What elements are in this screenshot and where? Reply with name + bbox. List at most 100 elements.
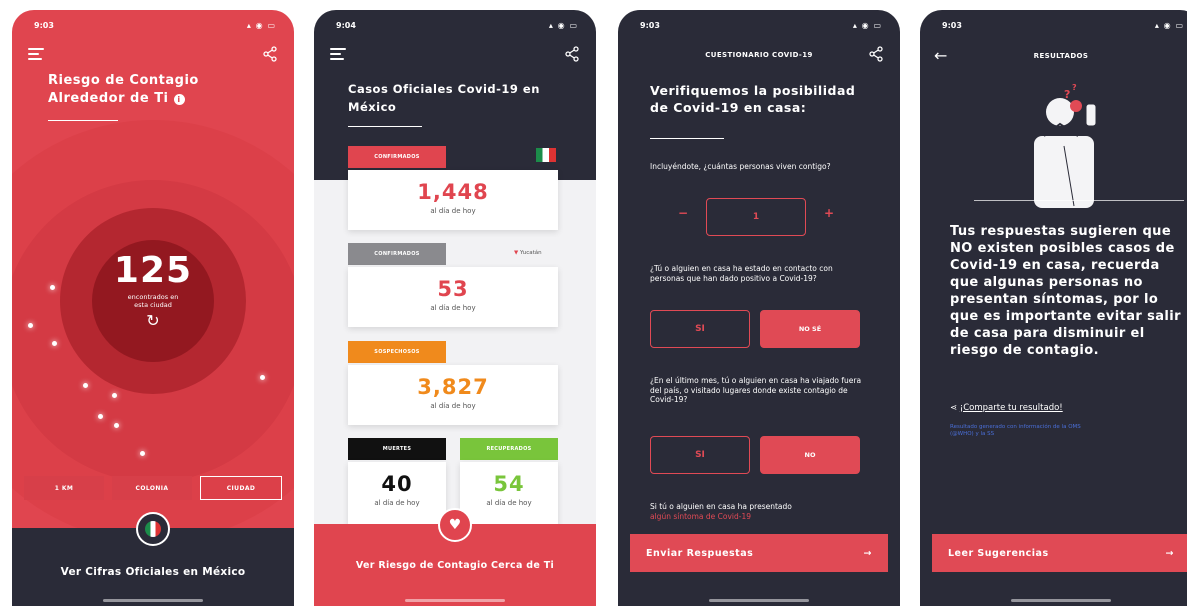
confirmed-caption: al día de hoy	[430, 207, 476, 215]
arrow-right-icon: →	[1165, 547, 1174, 559]
share-icon[interactable]	[262, 46, 278, 62]
suspected-value: 3,827	[417, 375, 489, 399]
mexico-flag-icon	[145, 521, 161, 537]
page-title: Casos Oficiales Covid-19 en México	[348, 82, 540, 114]
q3-option-no[interactable]: NO	[760, 436, 860, 474]
question-1: Incluyéndote, ¿cuántas personas viven co…	[650, 162, 831, 171]
contacts-counter: 125 encontrados en esta ciudad ↻	[92, 250, 214, 330]
bottom-nav-label[interactable]: Ver Cifras Oficiales en México	[12, 566, 294, 578]
confirmed-card: 1,448 al día de hoy	[348, 170, 558, 230]
share-icon: ⋖	[950, 403, 958, 413]
chip-ciudad[interactable]: CIUDAD	[200, 476, 282, 500]
signal-wifi-battery-icon: ▴ ◉ ▭	[548, 20, 578, 30]
recovered-value: 54	[493, 472, 525, 496]
arrow-right-icon: →	[863, 547, 872, 559]
count-caption-2: esta ciudad	[134, 301, 172, 309]
page-title: Riesgo de Contagio Alrededor de Ti i	[48, 73, 199, 106]
home-indicator	[103, 599, 203, 602]
status-time: 9:03	[34, 20, 54, 30]
refresh-icon[interactable]: ↻	[92, 311, 214, 330]
recovered-card: 54 al día de hoy	[460, 462, 558, 526]
read-suggestions-label: Leer Sugerencias	[948, 547, 1049, 559]
status-time: 9:04	[336, 20, 356, 30]
bottom-nav-label[interactable]: Ver Riesgo de Contagio Cerca de Ti	[314, 560, 596, 571]
share-icon[interactable]	[564, 46, 580, 62]
screen-results: 9:03 ▴ ◉ ▭ ← RESULTADOS ? ? Tus respuest…	[920, 10, 1187, 606]
chip-1km[interactable]: 1 KM	[24, 476, 104, 500]
person-dot	[98, 414, 103, 419]
bottom-nav[interactable]: Ver Cifras Oficiales en México	[12, 512, 294, 606]
svg-text:?: ?	[1072, 83, 1077, 92]
illustration-baseline	[974, 200, 1184, 201]
share-result-link[interactable]: ⋖ ¡Comparte tu resultado!	[950, 403, 1063, 413]
menu-icon[interactable]	[330, 48, 346, 60]
location-pin-icon: ▼	[514, 250, 519, 256]
contacts-count: 125	[113, 250, 193, 291]
question-4: Si tú o alguien en casa ha presentado al…	[650, 502, 868, 521]
recovered-caption: al día de hoy	[486, 499, 532, 507]
person-dot	[50, 285, 55, 290]
suspected-tag: SOSPECHOSOS	[348, 341, 446, 363]
q2-option-si[interactable]: SI	[650, 310, 750, 348]
household-count-input[interactable]: 1	[706, 198, 806, 236]
q2-option-nose[interactable]: NO SÉ	[760, 310, 860, 348]
home-indicator	[1011, 599, 1111, 602]
menu-icon[interactable]	[28, 48, 44, 60]
status-bar: 9:03 ▴ ◉ ▭	[942, 18, 1184, 32]
person-dot	[114, 423, 119, 428]
deaths-card: 40 al día de hoy	[348, 462, 446, 526]
mexico-flag-icon[interactable]	[536, 147, 556, 166]
question-2: ¿Tú o alguien en casa ha estado en conta…	[650, 264, 833, 283]
increment-button[interactable]: +	[824, 206, 834, 220]
person-dot	[112, 393, 117, 398]
screen-header: CUESTIONARIO COVID-19	[705, 51, 813, 59]
question-3: ¿En el último mes, tú o alguien en casa …	[650, 376, 862, 404]
home-indicator	[709, 599, 809, 602]
mexico-flag-button[interactable]	[136, 512, 170, 546]
person-dot	[260, 375, 265, 380]
confirmed-value: 1,448	[417, 180, 489, 204]
suspected-caption: al día de hoy	[430, 402, 476, 410]
home-indicator	[405, 599, 505, 602]
deaths-tag: MUERTES	[348, 438, 446, 460]
symptoms-link[interactable]: algún síntoma de Covid-19	[650, 512, 868, 522]
title-underline	[348, 126, 422, 127]
screen-official-cases: 9:04 ▴ ◉ ▭ Casos Oficiales Covid-19 en M…	[314, 10, 596, 606]
title-underline	[650, 138, 724, 139]
location-selector[interactable]: ▼ Yucatán	[514, 250, 542, 256]
submit-label: Enviar Respuestas	[646, 547, 754, 559]
screen-contagion-risk: 9:03 ▴ ◉ ▭ Riesgo de Contagio Alrededor …	[12, 10, 294, 606]
recovered-tag: RECUPERADOS	[460, 438, 558, 460]
state-tag: CONFIRMADOS	[348, 243, 446, 265]
source-note[interactable]: Resultado generado con información de la…	[950, 424, 1100, 438]
info-icon[interactable]: i	[173, 94, 185, 105]
signal-wifi-battery-icon: ▴ ◉ ▭	[1154, 20, 1184, 30]
person-dot	[140, 451, 145, 456]
share-icon[interactable]	[868, 46, 884, 62]
screen-questionnaire: 9:03 ▴ ◉ ▭ CUESTIONARIO COVID-19 Verifiq…	[618, 10, 900, 606]
location-label: Yucatán	[519, 250, 542, 256]
status-bar: 9:03 ▴ ◉ ▭	[640, 18, 882, 32]
count-caption: encontrados en	[127, 293, 179, 301]
svg-text:?: ?	[1064, 88, 1070, 101]
deaths-caption: al día de hoy	[374, 499, 420, 507]
deaths-value: 40	[381, 472, 413, 496]
chip-colonia[interactable]: COLONIA	[112, 476, 192, 500]
status-time: 9:03	[640, 20, 660, 30]
radar-button[interactable]: ♥	[438, 508, 472, 542]
result-message: Tus respuestas sugieren que NO existen p…	[950, 224, 1181, 358]
bottom-nav[interactable]: ♥ Ver Riesgo de Contagio Cerca de Ti	[314, 508, 596, 606]
state-caption: al día de hoy	[430, 304, 476, 312]
title-underline	[48, 120, 118, 121]
submit-answers-button[interactable]: Enviar Respuestas →	[630, 534, 888, 572]
person-dot	[28, 323, 33, 328]
suspected-card: 3,827 al día de hoy	[348, 365, 558, 425]
confirmed-tag: CONFIRMADOS	[348, 146, 446, 168]
q3-option-si[interactable]: SI	[650, 436, 750, 474]
screen-header: RESULTADOS	[1033, 52, 1089, 60]
radius-selector: 1 KM COLONIA CIUDAD	[24, 476, 282, 500]
decrement-button[interactable]: −	[678, 206, 688, 220]
read-suggestions-button[interactable]: Leer Sugerencias →	[932, 534, 1187, 572]
state-card: 53 al día de hoy	[348, 267, 558, 327]
status-bar: 9:04 ▴ ◉ ▭	[336, 18, 578, 32]
